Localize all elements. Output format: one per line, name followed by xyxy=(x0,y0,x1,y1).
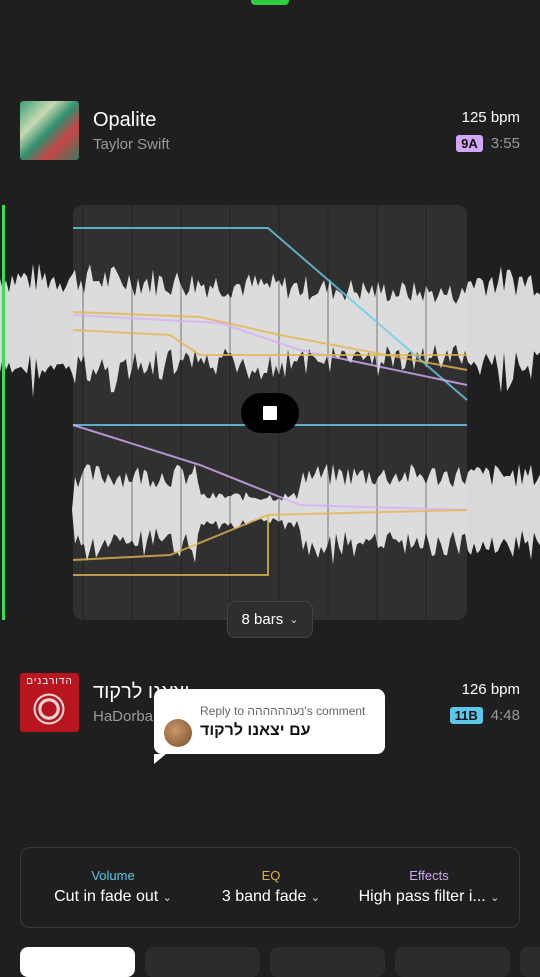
eq-control[interactable]: EQ 3 band fade ⌄ xyxy=(201,868,341,906)
eq-value-text: 3 band fade xyxy=(221,888,307,905)
volume-value-text: Cut in fade out xyxy=(54,888,159,905)
top-indicator xyxy=(251,0,289,5)
key-badge: 9A xyxy=(456,135,483,152)
bars-length-dropdown[interactable]: 8 bars ⌄ xyxy=(227,601,313,638)
chevron-down-icon: ⌄ xyxy=(310,892,321,904)
stop-button[interactable] xyxy=(241,393,299,433)
key-badge: 11B xyxy=(449,707,483,724)
tab-3[interactable] xyxy=(270,947,385,977)
tab-2[interactable] xyxy=(145,947,260,977)
bars-label: 8 bars xyxy=(241,611,284,628)
effects-control[interactable]: Effects High pass filter i... ⌄ xyxy=(349,868,509,906)
effects-value: High pass filter i... ⌄ xyxy=(349,888,509,906)
track-artist: HaDorba xyxy=(93,708,154,725)
volume-control[interactable]: Volume Cut in fade out ⌄ xyxy=(33,868,193,906)
transition-controls: Volume Cut in fade out ⌄ EQ 3 band fade … xyxy=(20,847,520,928)
volume-value: Cut in fade out ⌄ xyxy=(33,888,193,906)
track-title: Opalite xyxy=(93,109,157,131)
track-duration: 3:55 xyxy=(490,135,520,152)
track-meta: 11B 4:48 xyxy=(449,707,520,724)
album-art: הדורבנים xyxy=(20,673,79,732)
eq-label: EQ xyxy=(261,868,281,883)
track-row-top[interactable]: Opalite Taylor Swift 125 bpm 9A 3:55 xyxy=(20,101,520,161)
track-artist: Taylor Swift xyxy=(93,136,170,153)
tab-1[interactable] xyxy=(20,947,135,977)
comment-text: עם יצאנו לרקוד xyxy=(200,722,311,739)
comment-reply-label: Reply to נעהההההה's comment xyxy=(200,704,366,718)
chevron-down-icon: ⌄ xyxy=(289,614,299,626)
album-art xyxy=(20,101,79,160)
track-bpm: 125 bpm xyxy=(461,109,520,126)
tab-5[interactable] xyxy=(520,947,540,977)
album-art-graphic xyxy=(30,691,68,727)
tab-4[interactable] xyxy=(395,947,510,977)
track-meta: 9A 3:55 xyxy=(456,135,520,152)
chevron-down-icon: ⌄ xyxy=(490,892,500,904)
avatar xyxy=(164,719,192,747)
comment-tail xyxy=(154,754,166,764)
playhead[interactable] xyxy=(2,205,5,620)
chevron-down-icon: ⌄ xyxy=(162,892,172,904)
stop-icon xyxy=(263,406,277,420)
eq-value: 3 band fade ⌄ xyxy=(201,888,341,906)
track-duration: 4:48 xyxy=(490,707,520,724)
effects-label: Effects xyxy=(409,868,449,883)
volume-label: Volume xyxy=(91,868,135,883)
effects-value-text: High pass filter i... xyxy=(358,888,486,905)
track-bpm: 126 bpm xyxy=(461,681,520,698)
album-art-text: הדורבנים xyxy=(26,676,73,687)
comment-bubble[interactable]: Reply to נעהההההה's comment עם יצאנו לרק… xyxy=(154,689,385,764)
